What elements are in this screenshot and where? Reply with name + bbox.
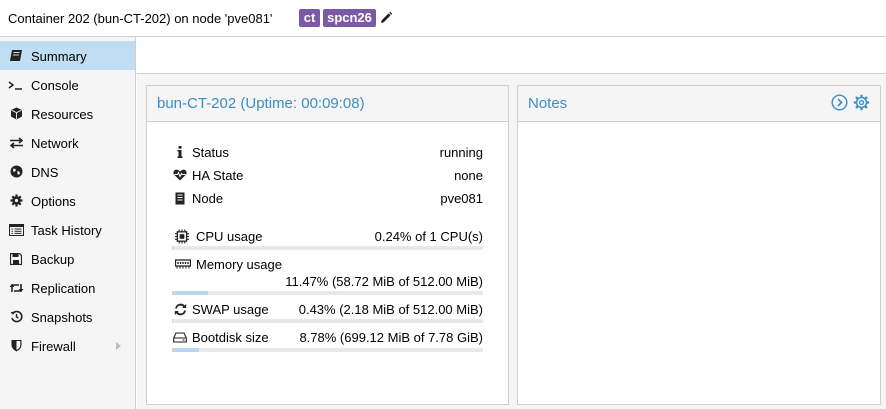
- cpu-usage-bar: [172, 246, 483, 250]
- cpu-usage-value: 0.24% of 1 CPU(s): [374, 229, 483, 244]
- ha-state-value: none: [454, 168, 483, 183]
- notes-gear-icon[interactable]: [853, 94, 870, 111]
- notes-panel-header: Notes: [518, 86, 880, 120]
- sidebar-item-snapshots[interactable]: Snapshots: [0, 302, 135, 331]
- status-label: Status: [192, 145, 229, 160]
- cpu-usage-bar-fill: [172, 246, 174, 250]
- sidebar-item-resources[interactable]: Resources: [0, 99, 135, 128]
- sidebar-item-label: Backup: [31, 252, 75, 267]
- sidebar-item-network[interactable]: Network: [0, 128, 135, 157]
- memory-usage-bar: [172, 291, 483, 295]
- book-icon: [8, 48, 24, 63]
- notes-panel-body[interactable]: [518, 121, 880, 404]
- bootdisk-size-label: Bootdisk size: [192, 330, 269, 345]
- heartbeat-icon: [173, 168, 187, 182]
- sidebar-item-label: Replication: [31, 281, 96, 296]
- refresh-icon: [173, 302, 187, 316]
- cpu-usage-label: CPU usage: [196, 229, 263, 244]
- status-panel-title: bun-CT-202 (Uptime: 00:09:08): [157, 95, 365, 112]
- notes-panel-title: Notes: [528, 95, 568, 112]
- bootdisk-size-bar-fill: [172, 348, 200, 352]
- edit-tags-pencil-icon[interactable]: [379, 11, 393, 25]
- sidebar-item-summary[interactable]: Summary: [0, 41, 135, 70]
- sidebar-item-firewall[interactable]: Firewall: [0, 331, 135, 360]
- server-icon: [173, 191, 187, 205]
- globe-icon: [8, 164, 24, 179]
- history-icon: [8, 309, 24, 324]
- list-icon: [8, 222, 24, 237]
- retweet-icon: [8, 280, 24, 295]
- sidebar-item-label: Summary: [31, 49, 87, 64]
- swap-usage-bar-fill: [172, 319, 174, 323]
- sidebar-item-options[interactable]: Options: [0, 186, 135, 215]
- memory-usage-label: Memory usage: [196, 257, 282, 272]
- bootdisk-size-value: 8.78% (699.12 MiB of 7.78 GiB): [299, 330, 483, 345]
- main-toolbar: [137, 37, 886, 74]
- sidebar-item-label: Console: [31, 78, 79, 93]
- sidebar-item-label: Network: [31, 136, 79, 151]
- sidebar-item-label: Options: [31, 194, 76, 209]
- status-panel-header: bun-CT-202 (Uptime: 00:09:08): [147, 86, 508, 120]
- sidebar: Summary Console Resources Network DNS Op…: [0, 37, 136, 409]
- node-label: Node: [192, 191, 224, 206]
- node-value: pve081: [440, 191, 483, 206]
- sidebar-item-backup[interactable]: Backup: [0, 244, 135, 273]
- info-icon: [173, 145, 187, 159]
- floppy-icon: [8, 251, 24, 266]
- sidebar-item-label: Snapshots: [31, 310, 93, 325]
- sidebar-item-label: Firewall: [31, 339, 76, 354]
- status-value: running: [439, 145, 483, 160]
- exchange-icon: [8, 135, 24, 150]
- page-header: Container 202 (bun-CT-202) on node 'pve0…: [0, 0, 886, 37]
- cpu-icon: [175, 229, 189, 243]
- sidebar-item-task-history[interactable]: Task History: [0, 215, 135, 244]
- expand-icon[interactable]: [831, 94, 848, 111]
- swap-usage-bar: [172, 319, 483, 323]
- sidebar-item-label: Task History: [31, 223, 102, 238]
- sidebar-item-label: Resources: [31, 107, 94, 122]
- sidebar-item-dns[interactable]: DNS: [0, 157, 135, 186]
- terminal-icon: [8, 77, 24, 92]
- swap-usage-value: 0.43% (2.18 MiB of 512.00 MiB): [298, 302, 483, 317]
- tag-ct[interactable]: ct: [299, 9, 320, 27]
- hdd-icon: [173, 330, 187, 344]
- memory-usage-value: 11.47% (58.72 MiB of 512.00 MiB): [285, 274, 483, 289]
- sidebar-item-replication[interactable]: Replication: [0, 273, 135, 302]
- shield-icon: [8, 338, 24, 353]
- ha-state-label: HA State: [192, 168, 244, 183]
- memory-icon: [175, 257, 191, 271]
- page-title: Container 202 (bun-CT-202) on node 'pve0…: [8, 11, 273, 26]
- notes-panel: Notes: [517, 85, 881, 405]
- swap-usage-label: SWAP usage: [192, 302, 269, 317]
- sidebar-item-label: DNS: [31, 165, 59, 180]
- cube-icon: [8, 106, 24, 121]
- status-panel: bun-CT-202 (Uptime: 00:09:08) Status run…: [146, 85, 509, 405]
- submenu-arrow-icon: [116, 342, 121, 350]
- gear-icon: [8, 193, 24, 208]
- status-panel-body: Status running HA State none Node pve081…: [147, 121, 508, 404]
- sidebar-item-console[interactable]: Console: [0, 70, 135, 99]
- memory-usage-bar-fill: [172, 291, 208, 295]
- bootdisk-size-bar: [172, 348, 483, 352]
- tag-spcn26[interactable]: spcn26: [323, 9, 376, 27]
